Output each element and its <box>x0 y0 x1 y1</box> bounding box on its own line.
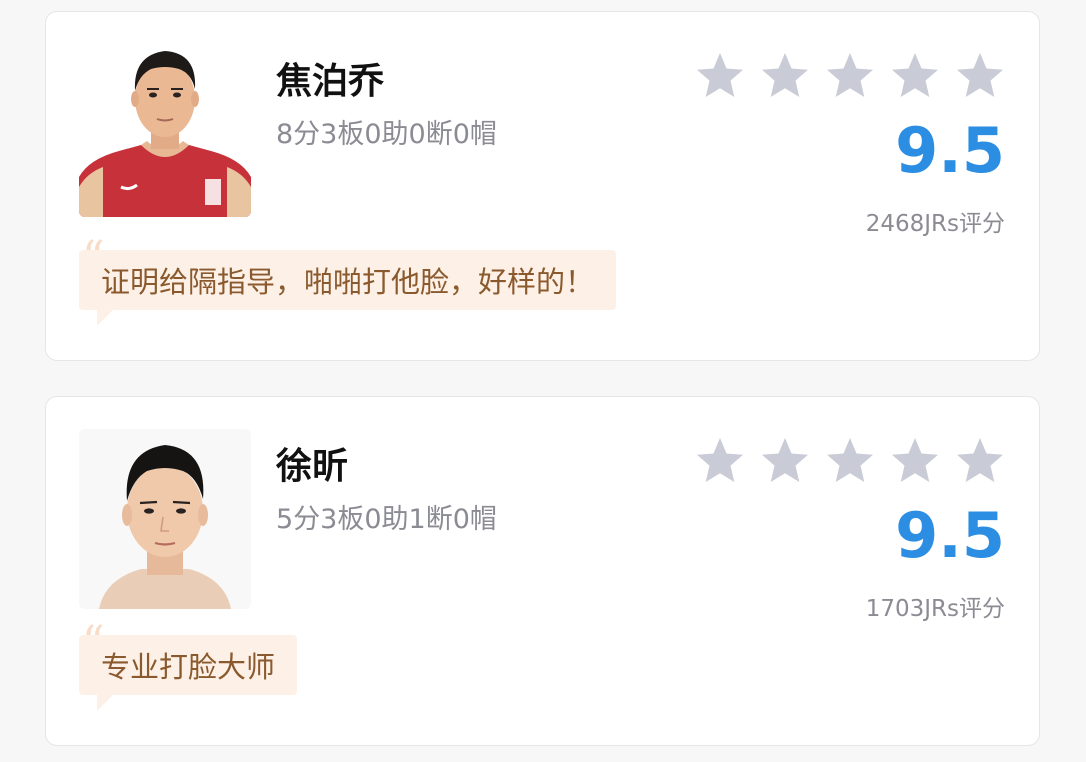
player-photo <box>79 37 251 217</box>
player-stat-line: 5分3板0助1断0帽 <box>276 504 497 535</box>
rating-count: 2468JRs评分 <box>865 211 1005 237</box>
comment-text: 专业打脸大师 <box>101 650 276 684</box>
player-stat-line: 8分3板0助0断0帽 <box>276 119 497 150</box>
star-icon[interactable] <box>954 50 1006 102</box>
star-rating[interactable] <box>694 50 1006 102</box>
player-name: 焦泊乔 <box>276 61 385 102</box>
star-icon[interactable] <box>954 435 1006 487</box>
star-icon[interactable] <box>824 50 876 102</box>
player-photo-graphic <box>79 37 251 217</box>
player-rating-card[interactable]: 徐昕 5分3板0助1断0帽 9.5 1703JRs评分 “ 专业打脸大师 <box>45 396 1040 746</box>
star-icon[interactable] <box>694 435 746 487</box>
top-comment[interactable]: “ 证明给隔指导，啪啪打他脸，好样的！ <box>79 236 617 326</box>
comment-text: 证明给隔指导，啪啪打他脸，好样的！ <box>101 265 595 299</box>
player-name: 徐昕 <box>276 446 349 487</box>
player-photo <box>79 429 251 609</box>
star-icon[interactable] <box>889 50 941 102</box>
player-photo-graphic <box>79 429 251 609</box>
star-icon[interactable] <box>759 50 811 102</box>
top-comment[interactable]: “ 专业打脸大师 <box>79 621 298 711</box>
rating-count: 1703JRs评分 <box>865 596 1005 622</box>
star-icon[interactable] <box>759 435 811 487</box>
star-icon[interactable] <box>694 50 746 102</box>
player-rating-card[interactable]: 焦泊乔 8分3板0助0断0帽 9.5 2468JRs评分 “ 证明给隔指导，啪啪… <box>45 11 1040 361</box>
star-rating[interactable] <box>694 435 1006 487</box>
star-icon[interactable] <box>889 435 941 487</box>
star-icon[interactable] <box>824 435 876 487</box>
player-score: 9.5 <box>895 499 1005 572</box>
player-score: 9.5 <box>895 114 1005 187</box>
